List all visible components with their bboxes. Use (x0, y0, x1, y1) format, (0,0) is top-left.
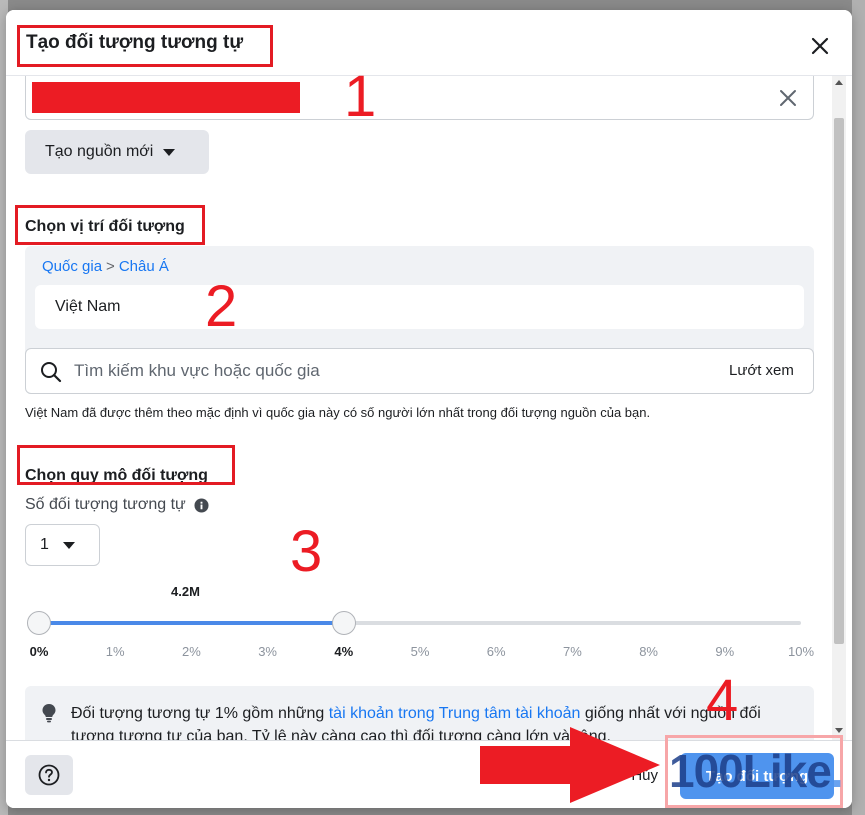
slider-tick-label: 4% (334, 644, 354, 659)
breadcrumb-separator: > (106, 258, 115, 275)
selected-country-chip[interactable]: Việt Nam (35, 285, 804, 329)
slider-tick-label: 6% (486, 644, 506, 659)
slider-tick-label: 9% (715, 644, 735, 659)
lightbulb-icon (42, 704, 56, 723)
annotation-step-2: 2 (205, 274, 238, 339)
slider-tick-label: 8% (639, 644, 658, 659)
help-button[interactable] (25, 755, 73, 795)
lookalike-count-label: Số đối tượng tương tự (25, 496, 209, 514)
slider-tick-label: 1% (105, 644, 125, 659)
audience-size-slider[interactable] (27, 611, 801, 635)
tip-text: Đối tượng tương tự 1% gồm những tài khoả… (71, 702, 791, 740)
slider-handle-min[interactable] (27, 611, 51, 635)
caret-down-icon (163, 148, 176, 156)
dialog-scrollbar[interactable] (832, 76, 846, 740)
caret-down-icon (62, 541, 75, 549)
annotation-step-4: 4 (706, 668, 739, 733)
dialog-body: Tạo nguồn mới Chọn vị trí đối tượng Quốc… (6, 76, 852, 740)
lookalike-tip: Đối tượng tương tự 1% gồm những tài khoả… (25, 686, 814, 740)
clear-icon[interactable] (778, 88, 798, 108)
annotation-arrow-icon (480, 727, 660, 803)
dialog-title: Tạo đối tượng tương tự (26, 32, 244, 53)
location-section-title: Chọn vị trí đối tượng (25, 218, 185, 235)
source-audience-field[interactable] (25, 76, 814, 120)
scroll-thumb[interactable] (834, 118, 844, 644)
location-search-bar: Lướt xem (25, 348, 814, 394)
redacted-source-name (32, 82, 300, 113)
slider-tick-label: 3% (258, 644, 277, 659)
default-country-note: Việt Nam đã được thêm theo mặc định vì q… (25, 405, 651, 420)
new-source-label: Tạo nguồn mới (45, 143, 154, 160)
slider-tick-label: 7% (562, 644, 582, 659)
browse-button[interactable]: Lướt xem (729, 362, 794, 379)
scroll-up-arrow-icon[interactable] (835, 80, 843, 85)
accounts-center-link[interactable]: tài khoản trong Trung tâm tài khoản (329, 705, 581, 722)
watermark-logo: 100Like. (669, 744, 844, 798)
breadcrumb-country-link[interactable]: Quốc gia (42, 258, 102, 275)
slider-handle-max[interactable] (331, 611, 356, 635)
new-source-button[interactable]: Tạo nguồn mới (25, 130, 209, 174)
lookalike-count-text: Số đối tượng tương tự (25, 496, 186, 513)
search-icon (41, 362, 62, 383)
lookalike-count-select[interactable]: 1 (25, 524, 100, 566)
watermark-dot: . (830, 745, 844, 797)
slider-tick-label: 5% (410, 644, 430, 659)
location-search-input[interactable] (74, 357, 674, 385)
close-button[interactable] (802, 28, 838, 64)
location-breadcrumb: Quốc gia > Châu Á (42, 258, 169, 275)
size-section-title: Chọn quy mô đối tượng (25, 467, 208, 484)
close-icon (811, 37, 829, 55)
tip-text-before: Đối tượng tương tự 1% gồm những (71, 705, 329, 722)
help-icon (38, 764, 60, 786)
info-icon[interactable] (194, 497, 209, 513)
scroll-down-arrow-icon[interactable] (835, 728, 843, 733)
slider-tick-label: 2% (181, 644, 201, 659)
slider-fill (39, 621, 344, 625)
selected-country-label: Việt Nam (55, 298, 121, 315)
annotation-step-3: 3 (290, 519, 323, 584)
breadcrumb-region-link[interactable]: Châu Á (119, 258, 169, 275)
audience-size-estimate: 4.2M (171, 584, 200, 599)
slider-tick-label: 0% (29, 644, 49, 659)
dialog-header: Tạo đối tượng tương tự (6, 10, 852, 76)
slider-tick-label: 10% (787, 644, 815, 659)
lookalike-count-value: 1 (40, 536, 49, 553)
watermark-text: 100Like (669, 745, 832, 797)
background-page-right (852, 0, 865, 815)
location-selector: Quốc gia>Châu Á Việt Nam Lướt xem (25, 246, 814, 394)
annotation-step-1: 1 (344, 64, 377, 129)
